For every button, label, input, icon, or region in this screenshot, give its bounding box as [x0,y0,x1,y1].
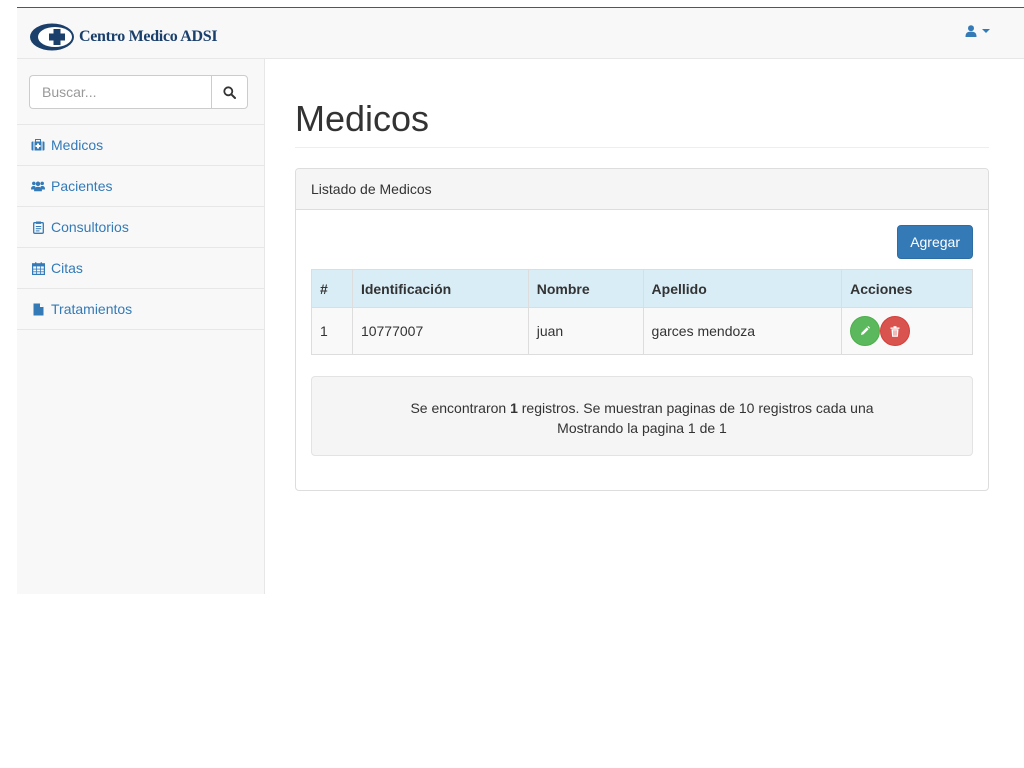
column-header-nombre: Nombre [527,269,644,308]
page-title: Medicos [295,98,989,148]
column-header-acciones: Acciones [841,269,973,308]
sidebar-item-label: Tratamientos [51,301,133,317]
summary-prefix: Se encontraron [410,400,511,416]
delete-button[interactable] [880,316,911,346]
users-icon [31,179,45,193]
sidebar-item-label: Citas [51,260,83,276]
search-input[interactable] [29,75,211,109]
pencil-icon [861,326,871,335]
main-content: Medicos Listado de Medicos Agregar # Ide… [295,59,989,491]
brand-name: Centro Medico ADSI [79,28,218,45]
search-group [29,75,248,109]
medicos-panel: Listado de Medicos Agregar # Identificac… [295,168,989,491]
records-summary: Se encontraron 1 registros. Se muestran … [312,398,972,418]
sidebar-item-consultorios[interactable]: Consultorios [17,207,264,248]
chevron-down-icon [982,29,990,33]
panel-toolbar: Agregar [311,225,973,259]
column-header-apellido: Apellido [642,269,843,308]
top-navbar: Centro Medico ADSI [17,8,1024,59]
sidebar: Medicos Pacientes [17,59,265,594]
medicos-table: # Identificación Nombre Apellido Accione… [311,269,973,355]
user-menu-toggle[interactable] [965,25,990,37]
brand[interactable]: Centro Medico ADSI [29,22,218,52]
row-actions [850,316,964,346]
sidebar-item-label: Pacientes [51,178,113,194]
sidebar-item-label: Consultorios [51,219,129,235]
search-button[interactable] [211,75,248,109]
calendar-icon [31,261,45,275]
table-row: 1 10777007 juan garces mendoza [311,307,973,355]
sidebar-item-label: Medicos [51,137,104,153]
column-header-number: # [311,269,353,308]
user-icon [965,25,977,37]
edit-button[interactable] [850,316,881,346]
sidebar-item-medicos[interactable]: Medicos [17,125,264,166]
sidebar-item-tratamientos[interactable]: Tratamientos [17,289,264,330]
trash-icon [890,325,900,337]
pagination-summary: Se encontraron 1 registros. Se muestran … [311,376,973,456]
cell-number: 1 [311,307,353,355]
table-header-row: # Identificación Nombre Apellido Accione… [311,269,973,308]
clipboard-icon [31,220,45,234]
medical-cross-logo-icon [30,23,74,51]
app-frame: Centro Medico ADSI Buscar... Medicos Pac… [17,7,1024,594]
sidebar-item-pacientes[interactable]: Pacientes [17,166,264,207]
search-icon [223,85,236,99]
file-icon [31,302,45,316]
cell-acciones [841,307,973,355]
summary-suffix: registros. Se muestran paginas de 10 reg… [517,400,874,416]
add-button[interactable]: Agregar [897,225,973,259]
sidebar-search [17,59,264,125]
records-count: 1 [510,400,518,416]
page-indicator: Mostrando la pagina 1 de 1 [557,420,727,436]
column-header-identificacion: Identificación [351,269,529,308]
panel-heading: Listado de Medicos [296,169,988,210]
cell-nombre: juan [527,307,644,355]
medkit-icon [31,138,45,152]
cell-identificacion: 10777007 [351,307,529,355]
panel-body: Agregar # Identificación Nombre Apellido… [296,210,988,456]
cell-apellido: garces mendoza [642,307,843,355]
sidebar-item-citas[interactable]: Citas [17,248,264,289]
